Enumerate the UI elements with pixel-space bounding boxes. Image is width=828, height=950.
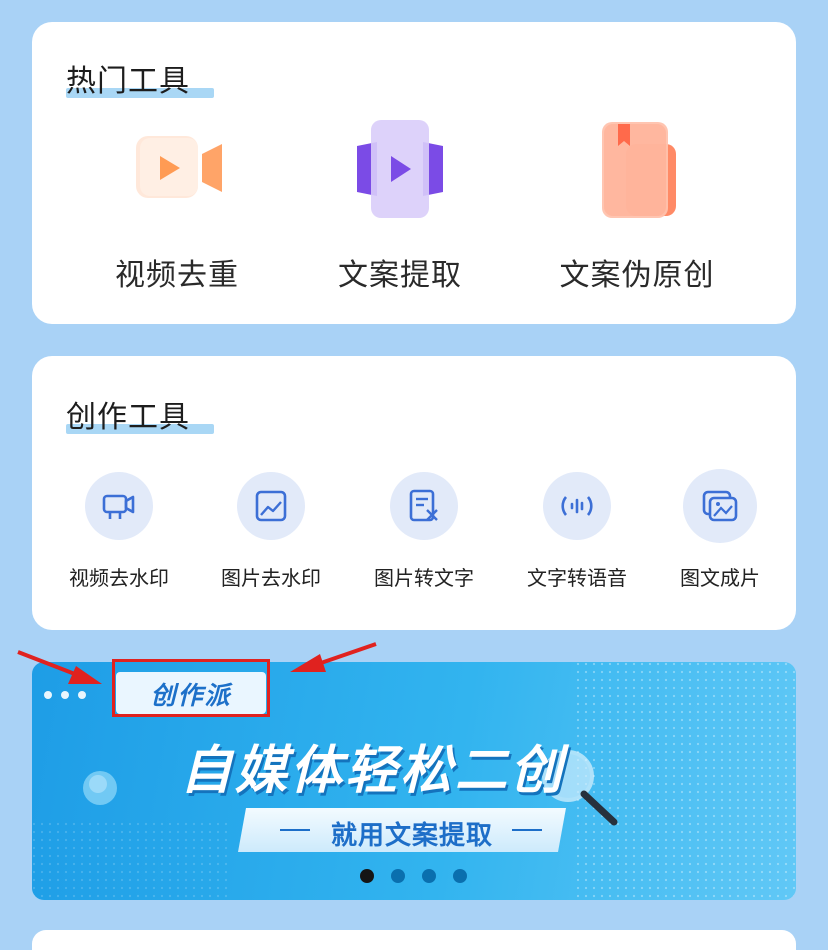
banner-headline: 自媒体轻松二创 xyxy=(180,741,566,801)
slide-dot-1 xyxy=(360,869,374,883)
hot-tools-card: 热门工具 视频去重 文案提取 文案伪原创 xyxy=(32,22,796,324)
tool-image-video[interactable]: 图文成片 xyxy=(650,469,790,591)
banner-subline: 就用文案提取 xyxy=(330,821,493,851)
slide-dot-4 xyxy=(453,869,467,883)
tool-image-watermark[interactable]: 图片去水印 xyxy=(201,472,341,591)
video-play-icon xyxy=(345,114,455,224)
image-icon xyxy=(237,472,305,540)
video-watermark-icon xyxy=(85,472,153,540)
annotation-arrow-left xyxy=(17,650,102,684)
annotation-arrow-right xyxy=(290,642,377,672)
video-camera-icon xyxy=(122,114,232,224)
tool-image-to-text[interactable]: 图片转文字 xyxy=(354,472,494,591)
tool-pseudo-original[interactable]: 文案伪原创 xyxy=(537,114,737,294)
hot-tools-title: 热门工具 xyxy=(66,56,214,100)
tool-video-dedup[interactable]: 视频去重 xyxy=(77,114,277,294)
annotation-highlight-box xyxy=(112,659,270,717)
tool-text-extract[interactable]: 文案提取 xyxy=(300,114,500,294)
slide-dot-3 xyxy=(422,869,436,883)
create-tools-card: 创作工具 视频去水印 图片去水印 图片转文字 文字转语音 图文成片 xyxy=(32,356,796,630)
tool-text-to-speech[interactable]: 文字转语音 xyxy=(507,472,647,591)
image-to-text-icon xyxy=(390,472,458,540)
tool-video-watermark[interactable]: 视频去水印 xyxy=(49,472,189,591)
create-tools-title: 创作工具 xyxy=(66,392,214,436)
next-card-edge xyxy=(32,930,796,950)
gallery-icon xyxy=(683,469,757,543)
slide-dot-2 xyxy=(391,869,405,883)
bookmark-book-icon xyxy=(582,114,692,224)
audio-wave-icon xyxy=(543,472,611,540)
